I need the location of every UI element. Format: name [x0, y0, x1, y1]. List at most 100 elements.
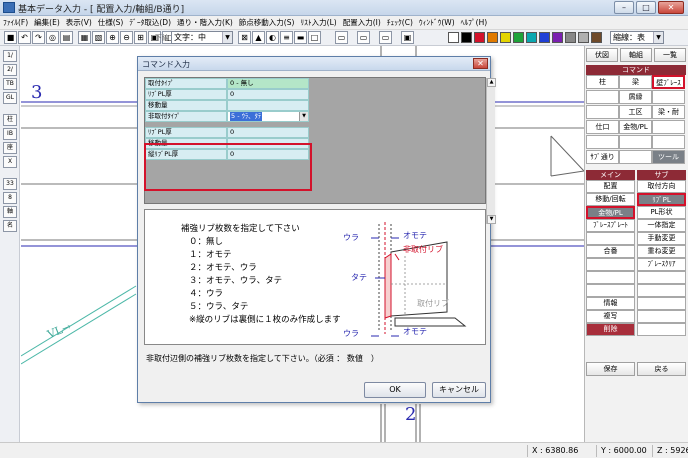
left-tool-icon[interactable]: X [3, 156, 17, 168]
view-button[interactable]: 伏図 [586, 48, 618, 62]
toolbar-tool-icon[interactable]: ▲ [252, 31, 265, 44]
main-command-item[interactable] [586, 271, 635, 284]
main-command-item[interactable] [586, 232, 635, 245]
sub-command-item[interactable]: PL形状 [637, 206, 686, 219]
main-command-item[interactable]: 配置 [586, 180, 635, 193]
toolbar-tool-icon[interactable]: ▦ [78, 31, 91, 44]
main-command-item[interactable]: 複写 [586, 310, 635, 323]
toolbar-tool-icon[interactable]: ◐ [266, 31, 279, 44]
sub-command-item[interactable] [637, 271, 686, 284]
toolbar-tool-icon[interactable]: ■ [4, 31, 17, 44]
color-swatch[interactable] [539, 32, 550, 43]
command-cell[interactable]: 梁 [619, 75, 652, 89]
menu-item[interactable]: ﾁｪｯｸ(C) [384, 16, 416, 29]
color-swatch[interactable] [487, 32, 498, 43]
left-tool-icon[interactable]: IB [3, 128, 17, 140]
grid-row-value[interactable]: 0 - 無し [227, 78, 309, 89]
command-cell[interactable] [586, 135, 619, 149]
sub-command-item[interactable]: ﾘﾌﾞPL [637, 193, 686, 206]
grid-row-value[interactable]: 5 - ｳﾗ、ﾀﾃ ▼ [227, 111, 309, 122]
sub-command-item[interactable]: 手動変更 [637, 232, 686, 245]
sub-command-item[interactable] [637, 310, 686, 323]
command-cell[interactable]: ツール [652, 150, 685, 164]
scale-combo[interactable]: 縮線：表 ▼ [610, 31, 664, 44]
sub-command-item[interactable]: 取付方向 [637, 180, 686, 193]
sub-command-item[interactable]: ﾌﾞﾚｰｽｸﾘｱ [637, 258, 686, 271]
scroll-up-icon[interactable]: ▲ [487, 78, 496, 87]
main-command-item[interactable]: 削除 [586, 323, 635, 336]
toolbar-tool-icon[interactable]: ≡ [280, 31, 293, 44]
toolbar-tool-icon[interactable]: ▧ [92, 31, 105, 44]
sub-command-item[interactable]: 重ね変更 [637, 245, 686, 258]
maximize-button[interactable]: □ [636, 1, 656, 14]
toolbar-tool-icon[interactable]: ⊞ [134, 31, 147, 44]
toolbar-tool-icon[interactable]: ⊕ [106, 31, 119, 44]
menu-item[interactable]: 表示(V) [63, 16, 95, 29]
cancel-button[interactable]: キャンセル [432, 382, 486, 398]
toolbar-tool-icon[interactable]: ◎ [46, 31, 59, 44]
save-button[interactable]: 保存 [586, 362, 635, 376]
toolbar-tool-icon[interactable]: ▤ [60, 31, 73, 44]
command-cell[interactable]: 屑縁 [619, 90, 652, 104]
main-command-item[interactable]: 合番 [586, 245, 635, 258]
close-button[interactable]: ✕ [658, 1, 684, 14]
sub-command-item[interactable] [637, 297, 686, 310]
menu-item[interactable]: ﾃﾞｰﾀ取込(D) [126, 16, 174, 29]
left-tool-icon[interactable]: 8 [3, 192, 17, 204]
dialog-close-button[interactable]: ✕ [473, 58, 488, 69]
color-swatch[interactable] [552, 32, 563, 43]
left-tool-icon[interactable]: 柱 [3, 114, 17, 126]
menu-item[interactable]: ﾌｧｲﾙ(F) [0, 16, 31, 29]
command-cell[interactable] [652, 120, 685, 134]
command-cell[interactable] [586, 105, 619, 119]
back-button[interactable]: 戻る [637, 362, 686, 376]
color-swatch[interactable] [513, 32, 524, 43]
command-cell[interactable]: 工区 [619, 105, 652, 119]
color-swatch[interactable] [526, 32, 537, 43]
view-button[interactable]: 軸組 [620, 48, 652, 62]
left-tool-icon[interactable]: TB [3, 78, 17, 90]
menu-item[interactable]: 編集(E) [31, 16, 63, 29]
toolbar-tool-icon[interactable]: ↷ [32, 31, 45, 44]
sub-command-item[interactable] [637, 323, 686, 336]
command-cell[interactable] [586, 90, 619, 104]
color-swatch[interactable] [448, 32, 459, 43]
left-tool-icon[interactable]: 座 [3, 142, 17, 154]
command-cell[interactable] [619, 150, 652, 164]
menu-item[interactable]: ｳｨﾝﾄﾞｳ(W) [416, 16, 458, 29]
command-cell[interactable] [652, 90, 685, 104]
color-swatch[interactable] [474, 32, 485, 43]
color-swatch[interactable] [591, 32, 602, 43]
main-command-item[interactable]: ﾌﾞﾚｰｽﾌﾟﾚｰﾄ [586, 219, 635, 232]
menu-item[interactable]: 配置入力(I) [340, 16, 384, 29]
menu-item[interactable]: ﾍﾙﾌﾟ(H) [458, 16, 491, 29]
main-command-item[interactable] [586, 284, 635, 297]
toolbar-tool-icon[interactable]: □ [308, 31, 321, 44]
toolbar-tool-icon[interactable]: ▬ [294, 31, 307, 44]
menu-item[interactable]: 節点移動入力(S) [236, 16, 298, 29]
main-command-item[interactable]: 移動/回転 [586, 193, 635, 206]
menu-item[interactable]: ﾘｽﾄ入力(L) [297, 16, 339, 29]
left-tool-icon[interactable]: 1/ [3, 50, 17, 62]
command-cell[interactable]: 金物/PL [619, 120, 652, 134]
toolbar-tool-icon[interactable]: ↶ [18, 31, 31, 44]
grid-row-value[interactable]: 0 [227, 127, 309, 138]
grid-row-value[interactable]: 0 [227, 89, 309, 100]
color-swatch[interactable] [461, 32, 472, 43]
ok-button[interactable]: OK [364, 382, 426, 398]
main-command-item[interactable] [586, 258, 635, 271]
menu-item[interactable]: 仕様(S) [95, 16, 127, 29]
command-cell[interactable]: 仕口 [586, 120, 619, 134]
sub-command-item[interactable]: 一体指定 [637, 219, 686, 232]
menu-item[interactable]: 通り・階入力(K) [174, 16, 236, 29]
scroll-down-icon[interactable]: ▼ [487, 215, 496, 224]
left-tool-icon[interactable]: 軸 [3, 206, 17, 218]
command-cell[interactable] [652, 135, 685, 149]
left-tool-icon[interactable]: 2/ [3, 64, 17, 76]
left-tool-icon[interactable]: 33 [3, 178, 17, 190]
grid-row-value[interactable] [227, 100, 309, 111]
command-cell[interactable] [619, 135, 652, 149]
toolbar-tool-icon[interactable]: ▣ [401, 31, 414, 44]
color-swatch[interactable] [565, 32, 576, 43]
command-cell[interactable]: 梁・耐 [652, 105, 685, 119]
